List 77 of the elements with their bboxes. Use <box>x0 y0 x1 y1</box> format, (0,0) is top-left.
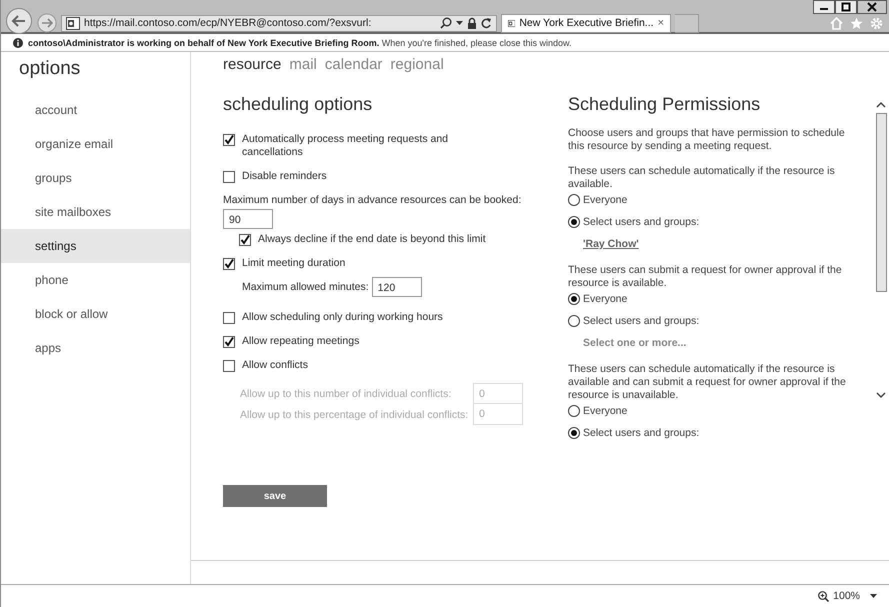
group-description: These users can schedule automatically if the resource is available and can submit a request for owner approval if the resource is unavailable. <box>568 363 847 402</box>
page-tab[interactable]: calendar <box>324 56 382 78</box>
checkbox-label: Allow scheduling only during working hours <box>242 311 443 324</box>
radio-button[interactable] <box>568 194 580 206</box>
field-label: Allow up to this number of individual conflicts: <box>240 388 452 400</box>
sidebar-item[interactable]: account <box>1 93 190 127</box>
radio-label: Everyone <box>583 405 628 417</box>
info-icon <box>13 38 23 48</box>
sidebar-item[interactable]: site mailboxes <box>1 195 190 229</box>
forward-icon[interactable] <box>37 13 57 33</box>
checkbox[interactable] <box>223 258 235 270</box>
zoom-icon[interactable] <box>818 590 830 602</box>
user-link[interactable]: 'Ray Chow' <box>583 238 639 250</box>
radio-button[interactable] <box>568 293 580 305</box>
checkbox-label: Limit meeting duration <box>242 257 346 270</box>
save-button[interactable]: save <box>223 485 327 507</box>
back-icon[interactable] <box>5 7 33 35</box>
sidebar-item[interactable]: settings <box>1 229 190 263</box>
select-prompt[interactable]: Select one or more... <box>583 337 686 349</box>
checkbox-label: Allow repeating meetings <box>242 335 360 348</box>
radio-label: Select users and groups: <box>583 315 700 327</box>
sidebar-item[interactable]: block or allow <box>1 297 190 331</box>
sidebar-item[interactable]: apps <box>1 331 190 365</box>
zoom-level[interactable]: 100% <box>833 590 860 602</box>
page-tab[interactable]: resource <box>223 56 282 78</box>
radio-label: Select users and groups: <box>583 216 700 228</box>
group-description: These users can schedule automatically if the resource is available. <box>568 165 836 191</box>
dropdown-icon[interactable] <box>870 594 877 598</box>
address-text: https://mail.contoso.com/ecp/NYEBR@contoso.com/?exsvurl: <box>84 17 372 29</box>
field-label: Maximum allowed minutes: <box>242 281 369 293</box>
radio-button[interactable] <box>568 427 580 439</box>
checkbox[interactable] <box>223 360 235 372</box>
field-label: Allow up to this percentage of individual conflicts: <box>240 408 470 420</box>
sidebar-item[interactable]: organize email <box>1 127 190 161</box>
page-tab[interactable]: regional <box>390 56 444 78</box>
radio-button[interactable] <box>568 405 580 417</box>
checkbox-label: Automatically process meeting requests and cancellations <box>242 133 450 159</box>
radio-label: Everyone <box>583 293 628 305</box>
address-bar[interactable]: https://mail.contoso.com/ecp/NYEBR@contoso.com/?exsvurl: <box>61 14 497 32</box>
info-bar-message: contoso\Administrator is working on behalf of New York Executive Briefing Room. When you're finished, please close this window. <box>28 38 572 48</box>
sidebar-title: options <box>18 58 82 81</box>
radio-button[interactable] <box>568 315 580 327</box>
minimize-icon[interactable] <box>813 0 835 14</box>
star-icon[interactable] <box>850 16 863 30</box>
radio-label: Select users and groups: <box>583 427 700 439</box>
close-icon[interactable] <box>857 0 887 14</box>
field-label: Maximum number of days in advance resources can be booked: <box>223 194 522 206</box>
checkbox[interactable] <box>223 312 235 324</box>
checkbox[interactable] <box>239 234 251 246</box>
dropdown-icon[interactable] <box>456 20 463 26</box>
refresh-icon[interactable] <box>481 17 492 29</box>
scrollbar-thumb[interactable] <box>876 113 886 292</box>
checkbox[interactable] <box>223 134 235 146</box>
sidebar-item[interactable]: phone <box>1 263 190 297</box>
group-description: These users can submit a request for owner approval if the resource is available. <box>568 264 843 290</box>
tab-close-button[interactable]: × <box>658 17 664 29</box>
sidebar-item[interactable]: groups <box>1 161 190 195</box>
checkbox[interactable] <box>223 336 235 348</box>
scroll-up-icon[interactable] <box>876 101 886 108</box>
input-field[interactable]: 120 <box>372 277 422 297</box>
checkbox-label: Disable reminders <box>242 170 327 183</box>
tab-title: New York Executive Briefin... <box>519 17 654 29</box>
search-icon[interactable] <box>440 17 452 29</box>
checkbox-label: Allow conflicts <box>242 359 308 372</box>
scroll-down-icon[interactable] <box>876 392 886 399</box>
page-tab[interactable]: mail <box>289 56 317 78</box>
browser-tab[interactable]: New York Executive Briefin... × <box>501 14 671 32</box>
checkbox[interactable] <box>223 171 235 183</box>
description-text: Choose users and groups that have permission to schedule this resource by sending a meeting request. <box>568 127 846 153</box>
input-field[interactable]: 90 <box>223 209 273 229</box>
section-title: Scheduling Permissions <box>568 94 762 115</box>
radio-label: Everyone <box>583 194 628 206</box>
maximize-icon[interactable] <box>835 0 857 14</box>
lock-icon[interactable] <box>467 17 477 29</box>
section-title: scheduling options <box>223 94 374 115</box>
radio-button[interactable] <box>568 216 580 228</box>
checkbox-label: Always decline if the end date is beyond this limit <box>258 233 486 246</box>
